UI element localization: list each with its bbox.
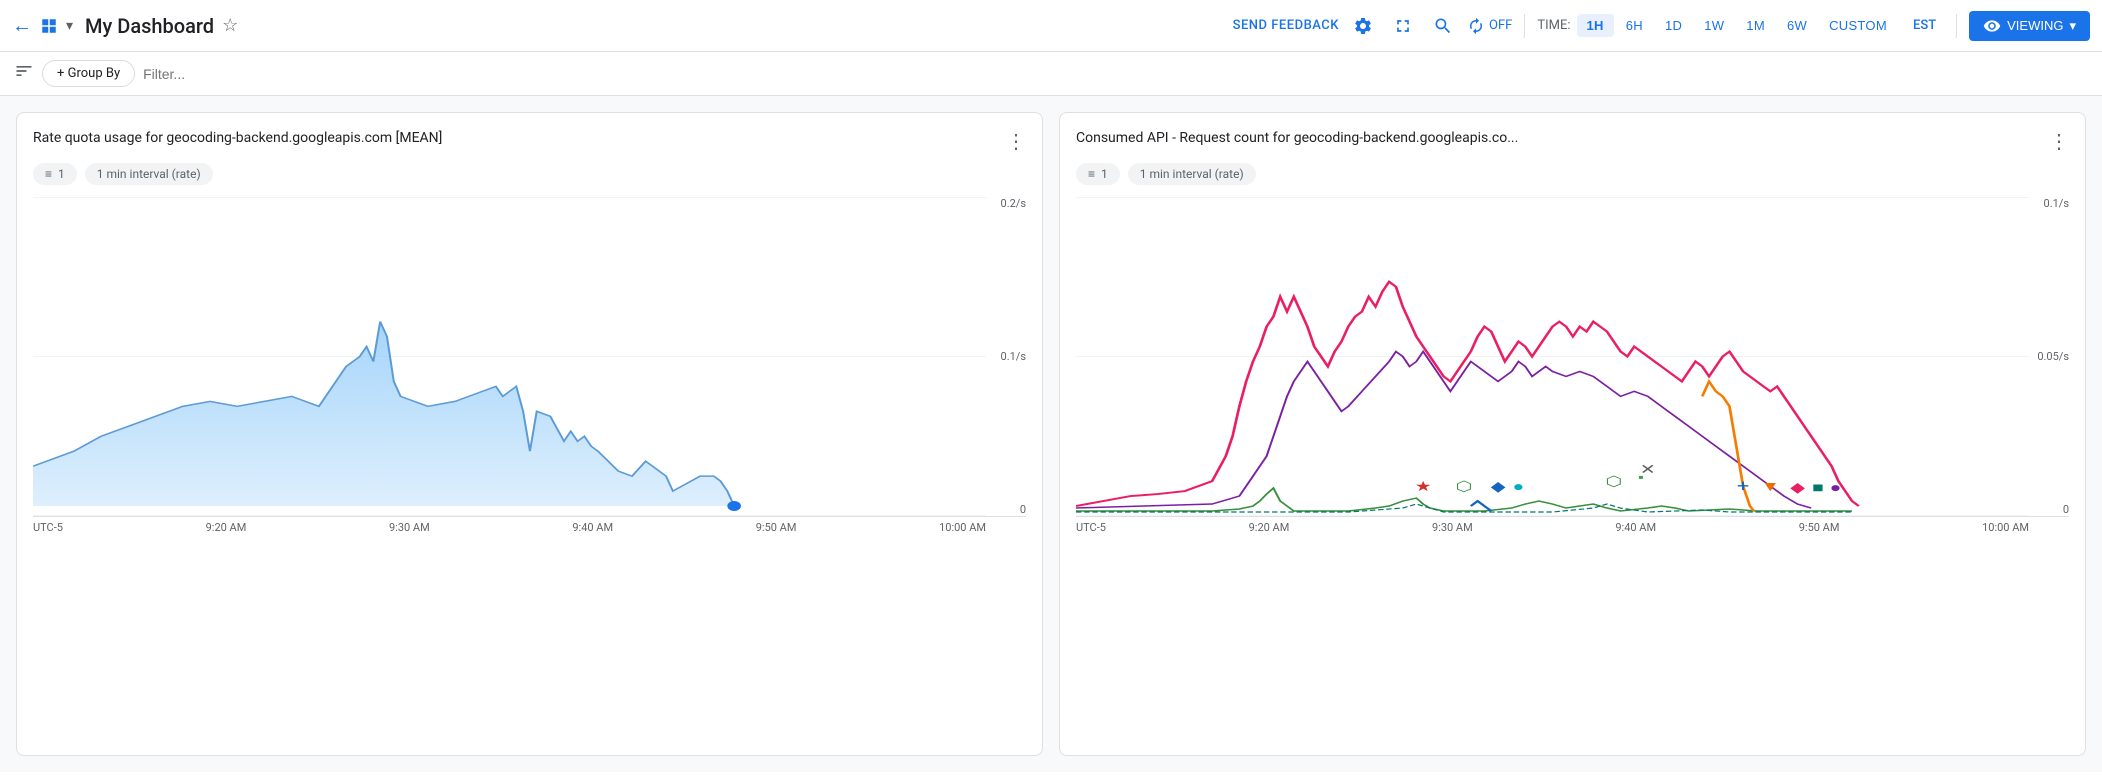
chart-menu-2[interactable]: ⋮ bbox=[2049, 129, 2069, 153]
x-label: 9:50 AM bbox=[756, 521, 797, 534]
group-by-label: + Group By bbox=[57, 66, 120, 81]
time-1d-button[interactable]: 1D bbox=[1655, 14, 1692, 37]
viewing-dropdown-icon: ▾ bbox=[2069, 18, 2076, 34]
time-1m-button[interactable]: 1M bbox=[1736, 14, 1775, 37]
time-1w-button[interactable]: 1W bbox=[1694, 14, 1734, 37]
filter-menu-icon[interactable] bbox=[14, 61, 34, 86]
x-label: 9:20 AM bbox=[206, 521, 247, 534]
chart-svg-2: ★ ⬡ ◆ ● ⬡ ▪ ✕ + ▼ bbox=[1076, 197, 2029, 516]
chart-menu-1[interactable]: ⋮ bbox=[1006, 129, 1026, 153]
top-nav: ← ▾ My Dashboard ☆ SEND FEEDBACK OFF TIM… bbox=[0, 0, 2102, 52]
time-controls: TIME: 1H 6H 1D 1W 1M 6W CUSTOM bbox=[1537, 14, 1897, 37]
svg-text:★: ★ bbox=[1415, 479, 1432, 495]
y-label-mid-1: 0.1/s bbox=[986, 350, 1026, 363]
chart-area-1: 0.2/s 0.1/s 0 bbox=[33, 197, 1026, 517]
chart-y-labels-1: 0.2/s 0.1/s 0 bbox=[986, 197, 1026, 516]
x-label: UTC-5 bbox=[1076, 521, 1106, 534]
time-label: TIME: bbox=[1537, 18, 1570, 33]
chart-area-2: ★ ⬡ ◆ ● ⬡ ▪ ✕ + ▼ bbox=[1076, 197, 2069, 517]
x-label: 9:40 AM bbox=[1615, 521, 1656, 534]
grid-icon[interactable] bbox=[40, 17, 58, 35]
chart-interval-badge-2[interactable]: 1 min interval (rate) bbox=[1128, 163, 1256, 185]
chart-badges-1: ≡ 1 1 min interval (rate) bbox=[33, 163, 1026, 185]
nav-divider2 bbox=[1956, 14, 1957, 38]
svg-text:◆: ◆ bbox=[1491, 479, 1507, 495]
x-label: 9:40 AM bbox=[572, 521, 613, 534]
x-label: 9:30 AM bbox=[1432, 521, 1473, 534]
y-label-bot-1: 0 bbox=[986, 503, 1026, 516]
filter-badge-count-1: 1 bbox=[58, 167, 65, 181]
interval-badge-label-1: 1 min interval (rate) bbox=[97, 167, 201, 181]
chart-filter-badge-2[interactable]: ≡ 1 bbox=[1076, 163, 1120, 185]
chart-y-labels-2: 0.1/s 0.05/s 0 bbox=[2029, 197, 2069, 516]
svg-text:●: ● bbox=[1830, 480, 1842, 496]
viewing-label: VIEWING bbox=[2007, 18, 2063, 33]
viewing-button[interactable]: VIEWING ▾ bbox=[1969, 11, 2090, 41]
y-label-mid-2: 0.05/s bbox=[2029, 350, 2069, 363]
settings-icon[interactable] bbox=[1347, 10, 1379, 42]
svg-text:⬡: ⬡ bbox=[1605, 474, 1622, 490]
chart-svg-container-2: ★ ⬡ ◆ ● ⬡ ▪ ✕ + ▼ bbox=[1076, 197, 2029, 516]
svg-text:✕: ✕ bbox=[1640, 462, 1656, 478]
y-label-top-2: 0.1/s bbox=[2029, 197, 2069, 210]
svg-text:●: ● bbox=[1513, 479, 1525, 495]
x-label: 9:50 AM bbox=[1799, 521, 1840, 534]
page-title: My Dashboard bbox=[85, 14, 214, 38]
x-label: UTC-5 bbox=[33, 521, 63, 534]
chart-svg-1 bbox=[33, 197, 986, 516]
svg-text:+: + bbox=[1737, 476, 1750, 495]
chart-card-1: Rate quota usage for geocoding-backend.g… bbox=[16, 112, 1043, 756]
svg-text:■: ■ bbox=[1812, 480, 1824, 496]
svg-text:⬡: ⬡ bbox=[1456, 479, 1473, 495]
chart-title-1: Rate quota usage for geocoding-backend.g… bbox=[33, 129, 442, 149]
filter-badge-icon-1: ≡ bbox=[45, 167, 52, 181]
chart-title-2: Consumed API - Request count for geocodi… bbox=[1076, 129, 1518, 149]
chart-header-2: Consumed API - Request count for geocodi… bbox=[1076, 129, 2069, 153]
chart-filter-badge-1[interactable]: ≡ 1 bbox=[33, 163, 77, 185]
main-content: Rate quota usage for geocoding-backend.g… bbox=[0, 96, 2102, 772]
time-custom-button[interactable]: CUSTOM bbox=[1819, 14, 1897, 37]
nav-divider bbox=[1524, 14, 1525, 38]
time-1h-button[interactable]: 1H bbox=[1577, 14, 1614, 37]
timezone-button[interactable]: EST bbox=[1905, 14, 1944, 37]
chart-interval-badge-1[interactable]: 1 min interval (rate) bbox=[85, 163, 213, 185]
x-label: 9:20 AM bbox=[1249, 521, 1290, 534]
filter-badge-icon-2: ≡ bbox=[1088, 167, 1095, 181]
auto-refresh-toggle[interactable]: OFF bbox=[1467, 17, 1512, 35]
y-label-bot-2: 0 bbox=[2029, 503, 2069, 516]
filter-bar: + Group By bbox=[0, 52, 2102, 96]
back-button[interactable]: ← bbox=[12, 13, 32, 38]
auto-refresh-label: OFF bbox=[1489, 18, 1512, 33]
chart-card-2: Consumed API - Request count for geocodi… bbox=[1059, 112, 2086, 756]
chart-header-1: Rate quota usage for geocoding-backend.g… bbox=[33, 129, 1026, 153]
x-label: 9:30 AM bbox=[389, 521, 430, 534]
x-label: 10:00 AM bbox=[1982, 521, 2029, 534]
y-label-top-1: 0.2/s bbox=[986, 197, 1026, 210]
time-6h-button[interactable]: 6H bbox=[1616, 14, 1653, 37]
chart-x-labels-2: UTC-5 9:20 AM 9:30 AM 9:40 AM 9:50 AM 10… bbox=[1076, 521, 2069, 534]
group-by-button[interactable]: + Group By bbox=[42, 60, 135, 87]
chart-x-labels-1: UTC-5 9:20 AM 9:30 AM 9:40 AM 9:50 AM 10… bbox=[33, 521, 1026, 534]
search-icon[interactable] bbox=[1427, 10, 1459, 42]
svg-text:▼: ▼ bbox=[1761, 479, 1780, 495]
svg-text:◆: ◆ bbox=[1790, 480, 1806, 496]
chart-badges-2: ≡ 1 1 min interval (rate) bbox=[1076, 163, 2069, 185]
fullscreen-icon[interactable] bbox=[1387, 10, 1419, 42]
filter-input[interactable] bbox=[143, 66, 2088, 82]
chart-svg-container-1 bbox=[33, 197, 986, 516]
interval-badge-label-2: 1 min interval (rate) bbox=[1140, 167, 1244, 181]
favorite-star-icon[interactable]: ☆ bbox=[222, 15, 238, 36]
send-feedback-button[interactable]: SEND FEEDBACK bbox=[1233, 18, 1339, 33]
filter-badge-count-2: 1 bbox=[1101, 167, 1108, 181]
x-label: 10:00 AM bbox=[939, 521, 986, 534]
time-6w-button[interactable]: 6W bbox=[1777, 14, 1817, 37]
grid-dropdown-icon[interactable]: ▾ bbox=[66, 18, 73, 34]
